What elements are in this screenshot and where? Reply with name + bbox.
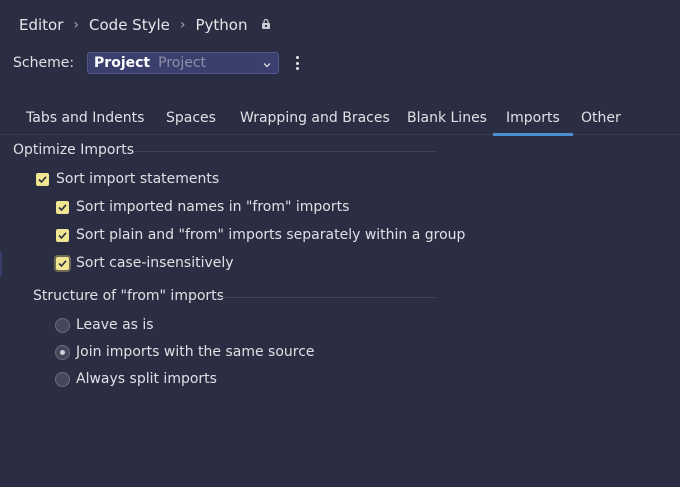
leave-as-is-label: Leave as is xyxy=(76,317,154,333)
breadcrumb-separator: › xyxy=(179,17,186,33)
breadcrumb-editor[interactable]: Editor xyxy=(19,16,63,34)
sort-case-insensitively-checkbox[interactable] xyxy=(56,257,69,270)
sort-plain-from-label: Sort plain and "from" imports separately… xyxy=(76,227,466,243)
tab-other[interactable]: Other xyxy=(581,110,621,126)
breadcrumb-separator: › xyxy=(73,17,80,33)
leave-as-is-radio[interactable] xyxy=(55,318,70,333)
tab-wrapping-and-braces[interactable]: Wrapping and Braces xyxy=(240,110,390,126)
focus-indicator xyxy=(0,252,2,276)
always-split-label: Always split imports xyxy=(76,371,217,387)
chevron-down-icon xyxy=(262,58,272,68)
scheme-select[interactable]: Project Project xyxy=(87,52,280,74)
sort-case-insensitively-label: Sort case-insensitively xyxy=(76,255,234,271)
join-imports-label: Join imports with the same source xyxy=(76,344,315,360)
scheme-label: Scheme: xyxy=(13,55,75,71)
tab-spaces[interactable]: Spaces xyxy=(166,110,216,126)
sort-plain-from-checkbox[interactable] xyxy=(56,229,69,242)
always-split-radio[interactable] xyxy=(55,372,70,387)
section-divider xyxy=(134,151,436,152)
structure-title: Structure of "from" imports xyxy=(33,288,224,304)
scheme-row: Scheme: Project Project xyxy=(13,52,299,74)
scheme-value-primary: Project xyxy=(94,55,151,71)
scheme-value-secondary: Project xyxy=(158,55,207,71)
optimize-imports-title: Optimize Imports xyxy=(13,142,134,158)
sort-import-statements-checkbox[interactable] xyxy=(36,173,49,186)
lock-icon xyxy=(261,19,273,31)
more-vertical-icon[interactable] xyxy=(295,56,299,70)
sort-imported-names-checkbox[interactable] xyxy=(56,201,69,214)
join-imports-radio[interactable] xyxy=(55,345,70,360)
tab-blank-lines[interactable]: Blank Lines xyxy=(407,110,487,126)
section-divider xyxy=(218,297,436,298)
tab-tabs-and-indents[interactable]: Tabs and Indents xyxy=(26,110,144,126)
sort-import-statements-label: Sort import statements xyxy=(56,171,220,187)
breadcrumb-python[interactable]: Python xyxy=(195,16,247,34)
breadcrumb: Editor › Code Style › Python xyxy=(19,16,273,34)
tab-bar: Tabs and Indents Spaces Wrapping and Bra… xyxy=(0,102,680,136)
tab-imports[interactable]: Imports xyxy=(493,110,573,136)
sort-imported-names-label: Sort imported names in "from" imports xyxy=(76,199,350,215)
breadcrumb-code-style[interactable]: Code Style xyxy=(89,16,170,34)
